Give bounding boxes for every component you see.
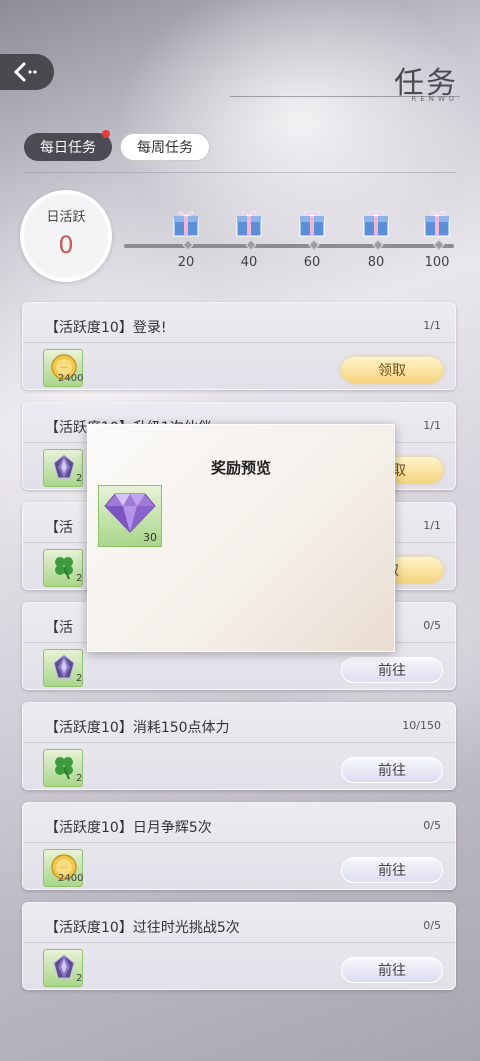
- task-title: 【活跃度10】登录!: [45, 320, 167, 336]
- reward-count: 2400: [58, 373, 84, 384]
- go-button[interactable]: 前往: [341, 957, 443, 983]
- tab-weekly[interactable]: 每周任务: [120, 133, 210, 161]
- popup-title: 奖励预览: [210, 459, 271, 477]
- reward-item-count: 30: [143, 531, 157, 544]
- task-title: 【活跃度10】日月争辉5次: [45, 820, 212, 836]
- svg-text:···: ···: [61, 864, 68, 872]
- task-card: 【活跃度10】过往时光挑战5次 0/5 2 前往: [22, 902, 456, 990]
- milestone-marker: [308, 239, 320, 251]
- tab-daily-label: 每日任务: [40, 140, 96, 156]
- tab-daily[interactable]: 每日任务: [24, 130, 112, 161]
- milestone-label: 40: [240, 255, 258, 270]
- task-title: 【活: [45, 520, 73, 536]
- task-progress: 0/5: [423, 619, 441, 632]
- task-progress: 10/150: [402, 719, 441, 732]
- activity-value: 0: [58, 230, 74, 259]
- gift-box-icon: [169, 208, 203, 251]
- task-card: 【活跃度10】消耗150点体力 10/150 2 前往: [22, 702, 456, 790]
- task-progress: 0/5: [423, 819, 441, 832]
- task-reward[interactable]: 2: [43, 649, 83, 687]
- task-title: 【活跃度10】过往时光挑战5次: [45, 920, 240, 936]
- task-reward[interactable]: 2: [43, 949, 83, 987]
- page-subtitle: RENWU: [411, 95, 458, 103]
- milestone-100[interactable]: 100: [417, 208, 457, 270]
- reward-item[interactable]: 30: [98, 485, 162, 547]
- task-progress: 0/5: [423, 919, 441, 932]
- gift-box-icon: [295, 208, 329, 251]
- task-title: 【活跃度10】消耗150点体力: [45, 720, 230, 736]
- reward-preview-popup: 奖励预览 30: [87, 424, 395, 652]
- task-title-row: 【活跃度10】消耗150点体力 10/150: [23, 703, 455, 743]
- task-tabs: 每日任务 每周任务: [24, 130, 210, 161]
- task-reward[interactable]: ··· 2400: [43, 849, 83, 887]
- task-title: 【活: [45, 620, 73, 636]
- task-card: 【活跃度10】登录! 1/1 ··· 2400 领取: [22, 302, 456, 390]
- task-progress: 1/1: [423, 519, 441, 532]
- milestone-label: 100: [424, 255, 450, 270]
- gift-box-icon: [359, 208, 393, 251]
- back-button[interactable]: [0, 54, 54, 90]
- milestone-60[interactable]: 60: [292, 208, 332, 270]
- reward-count: 2: [76, 673, 83, 684]
- back-arrow-icon: [14, 62, 37, 82]
- milestone-label: 20: [177, 255, 195, 270]
- reward-count: 2: [76, 573, 83, 584]
- milestone-80[interactable]: 80: [356, 208, 396, 270]
- tabs-divider: [24, 172, 456, 173]
- milestone-marker: [372, 239, 384, 251]
- gift-box-icon: [420, 208, 454, 251]
- notification-dot: [102, 130, 110, 138]
- go-button[interactable]: 前往: [341, 757, 443, 783]
- claim-button[interactable]: 领取: [341, 357, 443, 383]
- activity-label: 日活跃: [46, 209, 86, 225]
- milestone-marker: [433, 239, 445, 251]
- task-title-row: 【活跃度10】日月争辉5次 0/5: [23, 803, 455, 843]
- daily-activity-badge: 日活跃 0: [20, 190, 112, 282]
- milestone-20[interactable]: 20: [166, 208, 206, 270]
- reward-count: 2400: [58, 873, 84, 884]
- go-button[interactable]: 前往: [341, 857, 443, 883]
- milestone-label: 60: [303, 255, 321, 270]
- reward-count: 2: [76, 473, 83, 484]
- task-reward[interactable]: 2: [43, 449, 83, 487]
- diamond-icon: [104, 493, 156, 533]
- task-title-row: 【活跃度10】过往时光挑战5次 0/5: [23, 903, 455, 943]
- tab-weekly-label: 每周任务: [137, 140, 193, 156]
- milestone-40[interactable]: 40: [229, 208, 269, 270]
- task-reward[interactable]: 2: [43, 749, 83, 787]
- svg-text:···: ···: [61, 364, 68, 372]
- task-reward[interactable]: ··· 2400: [43, 349, 83, 387]
- task-reward[interactable]: 2: [43, 549, 83, 587]
- gift-box-icon: [232, 208, 266, 251]
- reward-count: 2: [76, 773, 83, 784]
- reward-count: 2: [76, 973, 83, 984]
- task-title-row: 【活跃度10】登录! 1/1: [23, 303, 455, 343]
- milestone-marker: [182, 239, 194, 251]
- task-progress: 1/1: [423, 319, 441, 332]
- go-button[interactable]: 前往: [341, 657, 443, 683]
- milestone-marker: [245, 239, 257, 251]
- milestone-label: 80: [367, 255, 385, 270]
- task-progress: 1/1: [423, 419, 441, 432]
- task-card: 【活跃度10】日月争辉5次 0/5 ··· 2400 前往: [22, 802, 456, 890]
